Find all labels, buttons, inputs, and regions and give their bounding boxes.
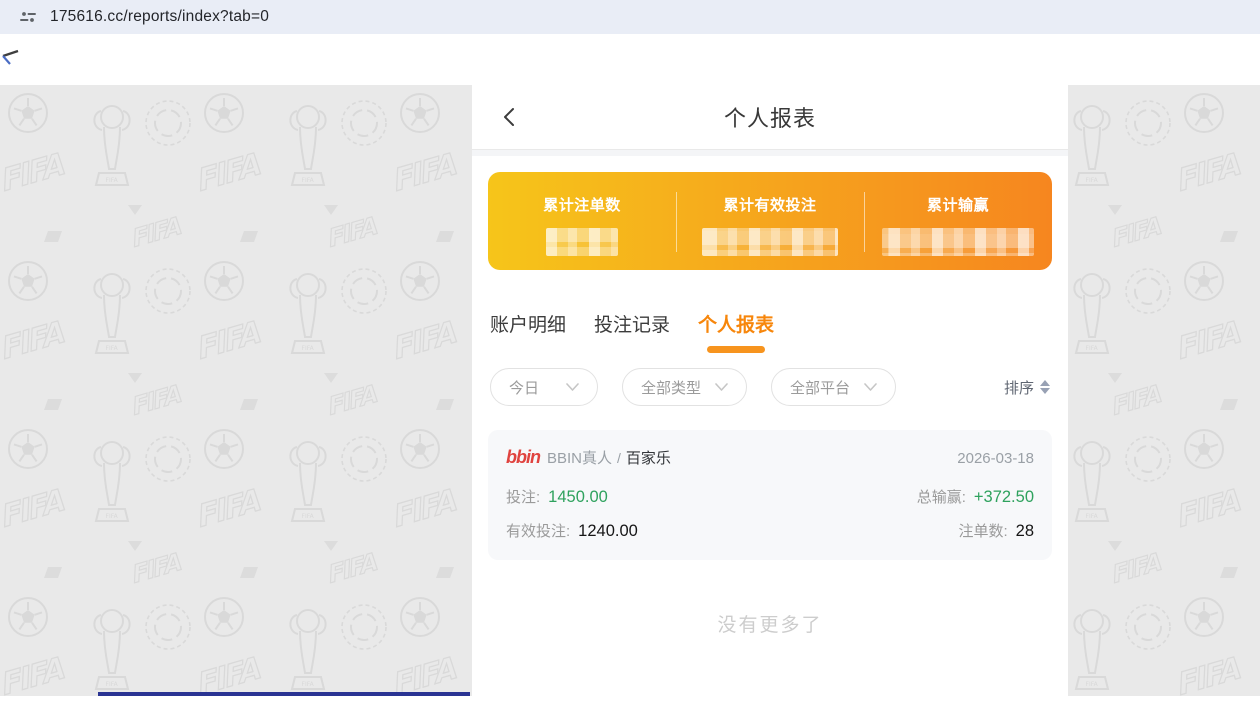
partial-glyph: [0, 47, 20, 69]
back-button[interactable]: [502, 107, 516, 127]
valid-bet-amount: 有效投注: 1240.00: [506, 520, 638, 541]
winloss-value: +372.50: [974, 488, 1034, 506]
chevron-down-icon: [864, 383, 877, 391]
stat-label: 累计有效投注: [723, 194, 816, 215]
masked-value: [882, 228, 1034, 256]
filter-type-dropdown[interactable]: 全部类型: [622, 368, 747, 406]
filter-label: 全部平台: [790, 377, 850, 398]
provider-name: BBIN真人: [547, 450, 612, 467]
bet-count: 注单数: 28: [958, 520, 1034, 541]
masked-value: [702, 228, 838, 256]
no-more-text: 没有更多了: [472, 610, 1068, 637]
record-date: 2026-03-18: [957, 450, 1034, 467]
filter-date-dropdown[interactable]: 今日: [490, 368, 598, 406]
chevron-left-icon: [502, 107, 516, 127]
bet-count-label: 注单数:: [958, 523, 1007, 540]
game-name: 百家乐: [626, 450, 671, 467]
bet-count-value: 28: [1016, 522, 1034, 540]
tab-label: 个人报表: [698, 315, 774, 336]
tab-label: 投注记录: [594, 315, 670, 336]
stat-total-winloss: 累计输赢: [864, 172, 1052, 270]
valid-bet-value: 1240.00: [578, 522, 638, 540]
bet-amount: 投注: 1450.00: [506, 486, 608, 507]
page-title: 个人报表: [724, 101, 816, 133]
stat-label: 累计输赢: [927, 194, 989, 215]
report-panel: 个人报表 累计注单数 累计有效投注 累计输赢 账户明细 投注记录: [472, 85, 1068, 696]
tune-icon[interactable]: [20, 9, 36, 25]
winloss-amount: 总输赢: +372.50: [917, 486, 1034, 507]
bbin-logo: bbin: [506, 447, 540, 467]
summary-stats-card: 累计注单数 累计有效投注 累计输赢: [488, 172, 1052, 270]
sort-label: 排序: [1004, 377, 1034, 398]
url-text[interactable]: 175616.cc/reports/index?tab=0: [50, 8, 269, 26]
separator: /: [617, 450, 621, 466]
browser-address-bar[interactable]: 175616.cc/reports/index?tab=0: [0, 0, 1260, 34]
chevron-down-icon: [566, 383, 579, 391]
page-top-whitespace: [0, 34, 1260, 85]
tab-personal-report[interactable]: 个人报表: [698, 310, 774, 353]
sort-control[interactable]: 排序: [1004, 377, 1050, 398]
sort-arrows-icon: [1040, 380, 1050, 394]
winloss-label: 总输赢:: [917, 489, 966, 506]
report-record-card[interactable]: bbin BBIN真人 / 百家乐 2026-03-18 投注: 1450.00 总输赢…: [488, 430, 1052, 560]
filter-bar: 今日 全部类型 全部平台 排序: [472, 353, 1068, 406]
stat-label: 累计注单数: [543, 194, 621, 215]
filter-label: 全部类型: [641, 377, 701, 398]
filter-label: 今日: [509, 377, 539, 398]
tab-active-underline: [707, 346, 765, 353]
bottom-navy-strip: [98, 692, 470, 696]
masked-value: [546, 228, 618, 256]
bet-label: 投注:: [506, 489, 540, 506]
bet-value: 1450.00: [548, 488, 608, 506]
record-game-title: bbin BBIN真人 / 百家乐: [506, 447, 671, 468]
valid-bet-label: 有效投注:: [506, 523, 570, 540]
filter-platform-dropdown[interactable]: 全部平台: [771, 368, 896, 406]
panel-header: 个人报表: [472, 85, 1068, 149]
stat-total-valid-bets: 累计有效投注: [676, 172, 864, 270]
tab-bet-records[interactable]: 投注记录: [594, 310, 670, 353]
tab-label: 账户明细: [490, 315, 566, 336]
tab-account-details[interactable]: 账户明细: [490, 310, 566, 353]
tab-bar: 账户明细 投注记录 个人报表: [472, 270, 1068, 353]
stat-total-bets: 累计注单数: [488, 172, 676, 270]
chevron-down-icon: [715, 383, 728, 391]
